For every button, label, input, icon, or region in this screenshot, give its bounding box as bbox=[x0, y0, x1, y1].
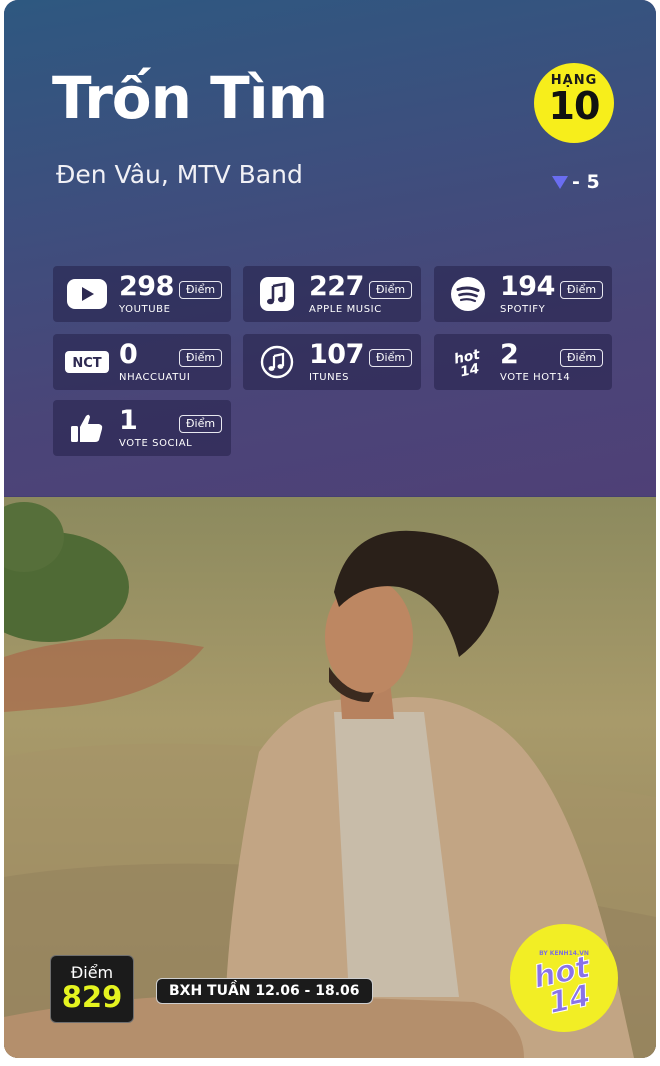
hot14-logo: BY KENH14.VN hot 14 bbox=[510, 924, 618, 1032]
hot14-icon: hot 14 bbox=[446, 344, 490, 380]
svg-text:NCT: NCT bbox=[72, 356, 101, 371]
source-tile-youtube: 298 YOUTUBE Điểm bbox=[53, 266, 231, 322]
source-tile-vote-hot14: hot 14 2 VOTE HOT14 Điểm bbox=[434, 334, 612, 390]
rank-change-value: - 5 bbox=[572, 171, 600, 193]
source-label: SPOTIFY bbox=[500, 304, 546, 315]
source-tile-nhaccuatui: NCT 0 NHACCUATUI Điểm bbox=[53, 334, 231, 390]
source-label: NHACCUATUI bbox=[119, 372, 191, 383]
points-unit-tag: Điểm bbox=[560, 281, 604, 299]
card-header: Trốn Tìm Đen Vâu, MTV Band HẠNG 10 - 5 2… bbox=[4, 0, 656, 496]
spotify-icon bbox=[446, 276, 490, 312]
down-arrow-icon bbox=[552, 175, 568, 189]
source-label: VOTE HOT14 bbox=[500, 372, 571, 383]
source-value: 2 bbox=[500, 339, 519, 370]
song-title: Trốn Tìm bbox=[52, 64, 328, 132]
youtube-icon bbox=[65, 276, 109, 312]
rank-change: - 5 bbox=[552, 171, 600, 193]
points-unit-tag: Điểm bbox=[560, 349, 604, 367]
source-value: 0 bbox=[119, 339, 138, 370]
score-value: 829 bbox=[61, 980, 123, 1014]
source-tile-vote-social: 1 VOTE SOCIAL Điểm bbox=[53, 400, 231, 456]
points-unit-tag: Điểm bbox=[369, 281, 413, 299]
rank-badge: HẠNG 10 bbox=[534, 63, 614, 143]
source-value: 298 bbox=[119, 271, 174, 302]
points-unit-tag: Điểm bbox=[179, 415, 223, 433]
source-tile-spotify: 194 SPOTIFY Điểm bbox=[434, 266, 612, 322]
svg-text:14: 14 bbox=[459, 361, 481, 379]
source-label: YOUTUBE bbox=[119, 304, 171, 315]
chart-card: Trốn Tìm Đen Vâu, MTV Band HẠNG 10 - 5 2… bbox=[4, 0, 656, 1058]
apple-music-icon bbox=[255, 276, 299, 312]
source-tile-apple-music: 227 APPLE MUSIC Điểm bbox=[243, 266, 421, 322]
source-tile-itunes: 107 ITUNES Điểm bbox=[243, 334, 421, 390]
nhaccuatui-icon: NCT bbox=[65, 344, 109, 380]
source-value: 194 bbox=[500, 271, 555, 302]
rank-number: 10 bbox=[548, 84, 601, 128]
points-unit-tag: Điểm bbox=[179, 349, 223, 367]
thumbs-up-icon bbox=[65, 410, 109, 446]
itunes-icon bbox=[255, 344, 299, 380]
artist-names: Đen Vâu, MTV Band bbox=[56, 160, 303, 189]
points-unit-tag: Điểm bbox=[369, 349, 413, 367]
points-unit-tag: Điểm bbox=[179, 281, 223, 299]
source-label: APPLE MUSIC bbox=[309, 304, 382, 315]
source-value: 107 bbox=[309, 339, 364, 370]
total-score: Điểm 829 bbox=[50, 955, 134, 1023]
source-value: 227 bbox=[309, 271, 364, 302]
source-label: VOTE SOCIAL bbox=[119, 438, 193, 449]
source-label: ITUNES bbox=[309, 372, 350, 383]
chart-week-tag: BXH TUẦN 12.06 - 18.06 bbox=[156, 978, 373, 1004]
source-value: 1 bbox=[119, 405, 138, 436]
